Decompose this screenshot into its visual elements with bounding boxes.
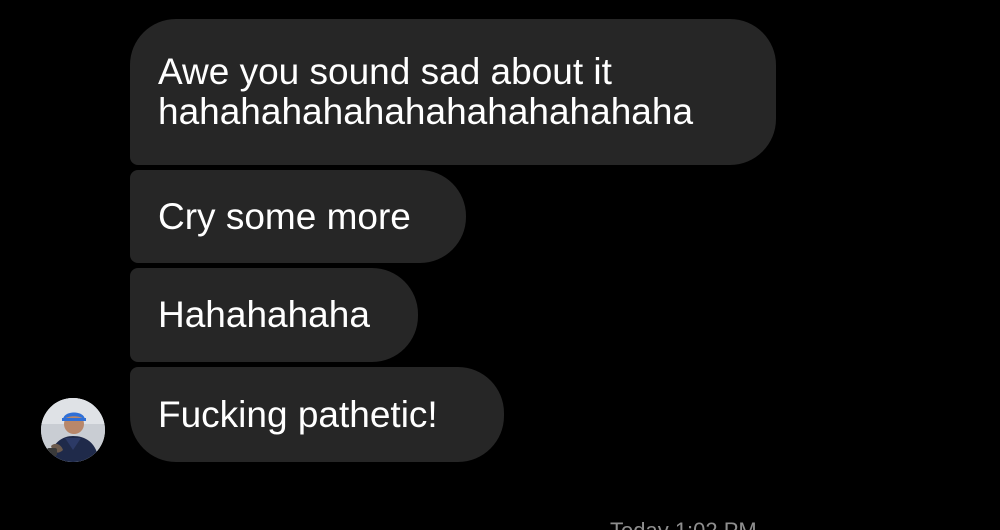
chat-thread: Awe you sound sad about it hahahahahahah… bbox=[0, 0, 1000, 530]
message-bubble[interactable]: Hahahahaha bbox=[130, 268, 418, 362]
timestamp: Today 1:02 PM bbox=[610, 518, 757, 530]
message-bubble[interactable]: Cry some more bbox=[130, 170, 466, 263]
profile-photo-icon bbox=[41, 398, 105, 462]
message-text: Hahahahaha bbox=[158, 294, 370, 335]
message-text: Cry some more bbox=[158, 195, 411, 237]
avatar[interactable] bbox=[41, 398, 105, 462]
message-bubble[interactable]: Fucking pathetic! bbox=[130, 367, 504, 462]
message-text-line: Awe you sound sad about it bbox=[158, 51, 612, 92]
message-bubble[interactable]: Awe you sound sad about it hahahahahahah… bbox=[130, 19, 776, 165]
message-text-line: hahahahahahahahahahahahaha bbox=[158, 91, 694, 132]
message-text: Fucking pathetic! bbox=[158, 393, 438, 435]
